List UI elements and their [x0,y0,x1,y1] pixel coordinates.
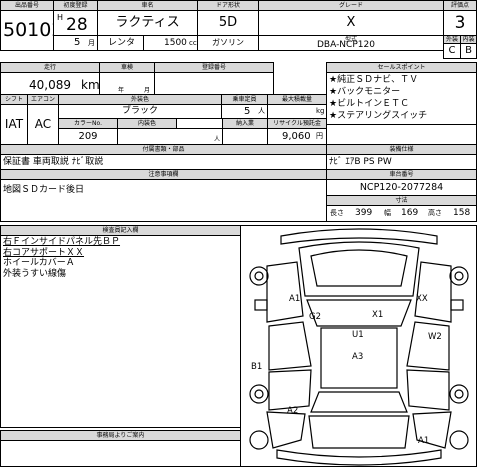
hood-inner [310,249,408,287]
mileage-unit: km [81,78,100,92]
chassis: NCP120-2077284 [326,179,477,196]
load-unit: kg [316,107,325,115]
ext-grade: C [443,43,461,59]
sales-extra [326,124,477,145]
cc-unit: cc [189,39,197,47]
sales-point: ★純正ＳＤナビ、ＴＶ [329,75,419,85]
fuel: ガソリン [197,35,259,51]
sales-point: ★ビルトインＥＴＣ [329,99,410,109]
hgt-label: 高さ [428,209,442,217]
reg-month: 5 [74,37,81,48]
remark-line: 右コアサポートＸＸ [3,247,85,258]
model-cell: 型式 DBA-NCP120 [258,35,444,51]
width: 169 [401,208,419,218]
era: H [57,13,64,22]
int-grade: B [460,43,477,59]
grade: X [258,10,444,36]
damage-a2: A2 [287,406,299,416]
height: 158 [453,208,471,218]
office-body [0,440,241,467]
recycle: 9,060 [282,131,311,142]
color: ブラック [58,104,222,119]
mileage: 40,089 [29,78,71,92]
left-rear-door [268,369,312,411]
damage-w2: W2 [428,332,442,342]
rear-glass [310,391,408,413]
damage-x1: X1 [372,310,384,320]
score: 3 [443,10,477,36]
damage-a3: A3 [352,352,364,362]
wheel-rear-left [249,384,269,404]
remarks-body: 右Ｆインサイドパネル先ＢＰ 右コアサポートＸＸ ホイールカバーＡ 外装うすい線傷 [0,235,241,428]
docs: 保証書 車両取説 ﾅﾋﾞ取説 [0,154,327,170]
reg-month-cell: 5 月 [53,35,98,51]
lot-number: 50102 [0,10,54,51]
reg-cell: H 28 [53,10,98,36]
displacement: 1500 [164,38,187,48]
seats-unit: 人 [258,107,265,115]
wheel-front-left [249,266,269,286]
notes: 地図ＳＤカード後日 [0,179,327,222]
damage-b1: B1 [251,362,263,372]
ac: AC [27,104,59,145]
wheel-spare-right [449,430,469,450]
month-unit: 月 [88,39,95,47]
insp-month-unit: 月 [144,87,151,94]
dims-cell: 長さ 399 幅 169 高さ 158 [326,205,477,222]
int-color-cell: 人 [117,128,223,145]
recycle-cell: 9,060 円 [267,128,327,145]
length: 399 [355,208,373,218]
damage-u1: U1 [352,330,364,340]
car-name: ラクティス [97,10,198,36]
back-door [308,415,410,449]
inspection-cell: 年 月 [99,72,155,95]
remark-line: 外装うすい線傷 [3,268,67,279]
damage-a1-bottom: A1 [418,436,430,446]
left-rear-quarter [266,411,306,449]
reg-no-cell [154,72,274,95]
right-front-fender [414,261,452,323]
sales-point: ★バックモニター [329,87,401,97]
remark-line: ホイールカバーＡ [3,258,75,268]
load-cell: kg [267,104,327,119]
insp-year-unit: 年 [118,87,125,94]
right-front-door [406,321,450,371]
shift: IAT [0,104,28,145]
damage-a1-left: A1 [289,294,301,304]
equip: ﾅﾋﾞ ｴｱB PS PW [326,154,477,170]
reg-year: 28 [66,15,88,35]
model: DBA-NCP120 [317,40,375,50]
use-type: レンタ [97,35,144,51]
sales-point: ★ステアリングスイッチ [329,111,428,121]
windshield [306,299,412,327]
sales-points: ★純正ＳＤナビ、ＴＶ ★バックモニター ★ビルトインＥＴＣ ★ステアリングスイッ… [326,72,477,125]
remark-line: 右Ｆインサイドパネル先ＢＰ [3,237,121,247]
color-no: 209 [58,128,118,145]
recycle-unit: 円 [316,132,323,140]
right-mirror [450,299,464,311]
left-front-fender [266,261,304,323]
wid-label: 幅 [384,209,391,217]
damage-g2: G2 [309,312,321,322]
date-cell [222,128,268,145]
car-diagram [249,228,469,466]
wheel-rear-right [449,384,469,404]
door-type: 5D [197,10,259,36]
rear-bumper [276,449,442,466]
len-label: 長さ [330,209,344,217]
seats: 5 [244,106,251,117]
seats-cell: 5 人 [221,104,268,119]
right-rear-door [406,369,450,411]
wheel-front-right [449,266,469,286]
mileage-cell: 40,089 km [0,72,100,95]
wheel-spare-left [249,430,269,450]
damage-map: A1 G2 X1 XX U1 W2 A3 B1 A2 A1 [240,225,477,467]
left-front-door [268,321,312,371]
displacement-cell: 1500 cc [143,35,198,51]
damage-xx: XX [416,294,428,304]
left-mirror [254,299,268,311]
